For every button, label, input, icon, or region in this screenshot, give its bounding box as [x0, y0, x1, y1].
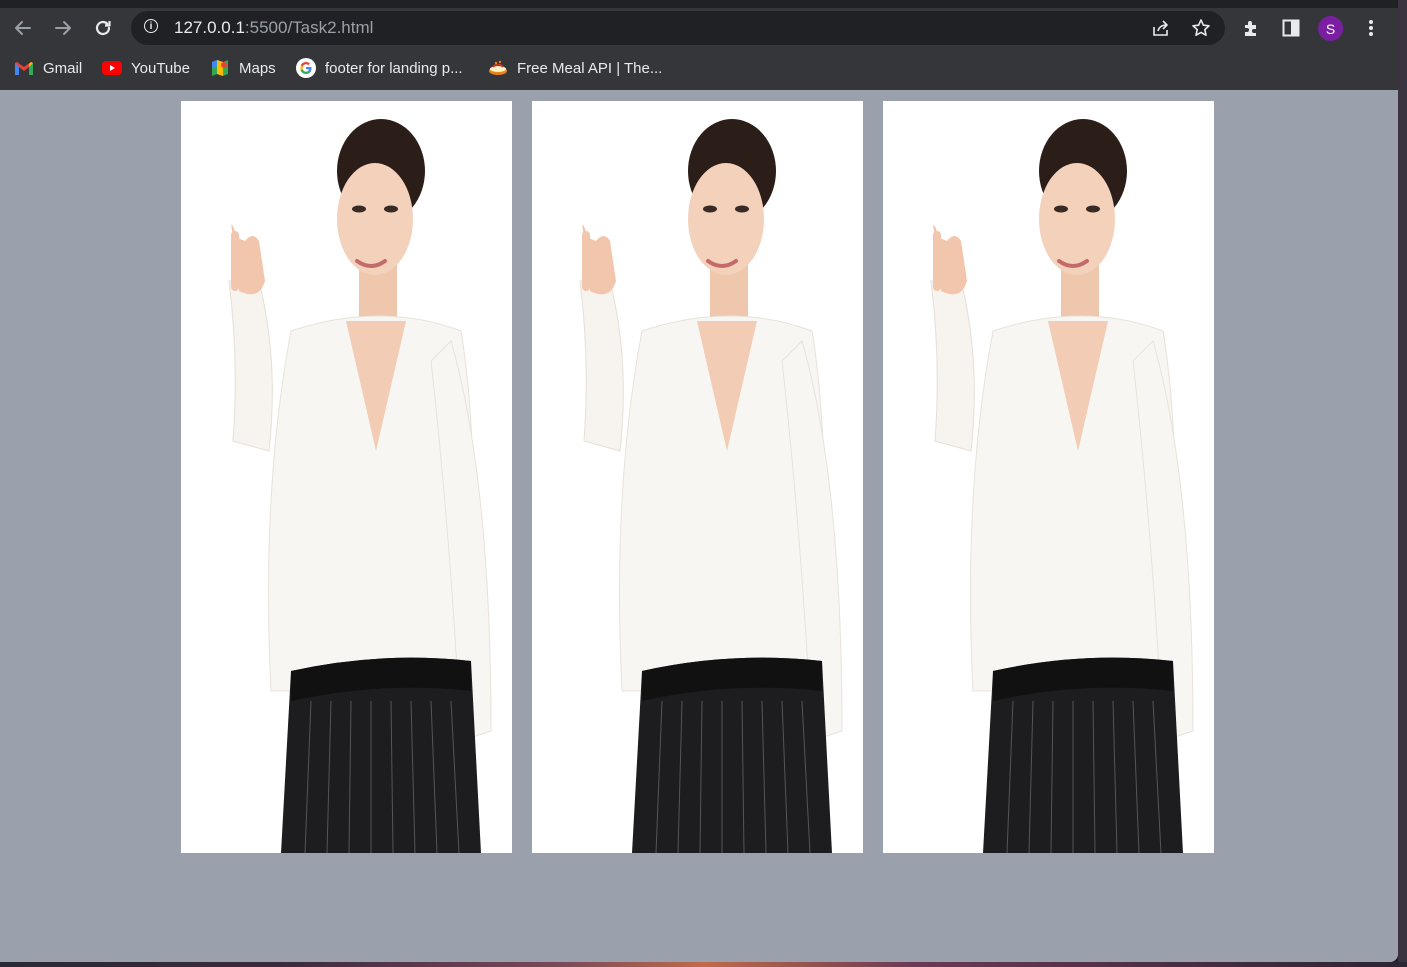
bookmark-youtube[interactable]: YouTube [102, 57, 190, 79]
gmail-icon [14, 58, 34, 78]
bookmark-label: Maps [239, 59, 276, 77]
reload-icon [95, 20, 111, 36]
bookmark-maps[interactable]: Maps [210, 57, 276, 79]
bookmark-label: footer for landing p... [325, 59, 463, 77]
url-path: :5500/Task2.html [244, 18, 374, 37]
star-icon[interactable] [1190, 17, 1212, 39]
browser-chrome: i 127.0.0.1:5500/Task2.html S Gmail YouT… [0, 0, 1398, 90]
google-icon [296, 58, 316, 78]
arrow-left-icon [15, 21, 31, 35]
address-bar[interactable]: i 127.0.0.1:5500/Task2.html [131, 11, 1225, 45]
bookmark-label: YouTube [131, 59, 190, 77]
bookmark-label: Gmail [43, 59, 83, 77]
desktop-background [1398, 0, 1407, 967]
bookmark-footer[interactable]: footer for landing p... [296, 57, 463, 79]
bookmark-free-meal-api[interactable]: Free Meal API | The... [488, 57, 662, 79]
bookmark-label: Free Meal API | The... [517, 59, 663, 77]
info-icon[interactable]: i [144, 19, 158, 33]
menu-kebab-icon[interactable] [1359, 16, 1383, 40]
url-host: 127.0.0.1 [174, 18, 245, 37]
browser-toolbar: i 127.0.0.1:5500/Task2.html S [0, 8, 1398, 48]
desktop-wallpaper-strip [0, 962, 1407, 967]
image-card [532, 101, 863, 853]
woman-pointing-up-photo [181, 101, 512, 853]
back-button[interactable] [9, 14, 37, 42]
browser-window: i 127.0.0.1:5500/Task2.html S Gmail YouT… [0, 0, 1398, 962]
reload-button[interactable] [89, 14, 117, 42]
tab-strip [0, 0, 1398, 8]
image-card [181, 101, 512, 853]
extensions-icon[interactable] [1239, 16, 1263, 40]
url-text[interactable]: 127.0.0.1:5500/Task2.html [174, 18, 373, 38]
profile-avatar[interactable]: S [1318, 16, 1343, 41]
image-card [883, 101, 1214, 853]
share-icon[interactable] [1150, 17, 1172, 39]
side-panel-icon[interactable] [1279, 16, 1303, 40]
page-content [0, 90, 1398, 962]
bookmarks-bar: Gmail YouTube Maps footer for landing p.… [0, 48, 1398, 88]
woman-pointing-up-photo [883, 101, 1214, 853]
bookmark-gmail[interactable]: Gmail [14, 57, 82, 79]
woman-pointing-up-photo [532, 101, 863, 853]
arrow-right-icon [55, 21, 71, 35]
maps-icon [210, 58, 230, 78]
forward-button[interactable] [49, 14, 77, 42]
youtube-icon [102, 58, 122, 78]
meal-icon [488, 58, 508, 78]
